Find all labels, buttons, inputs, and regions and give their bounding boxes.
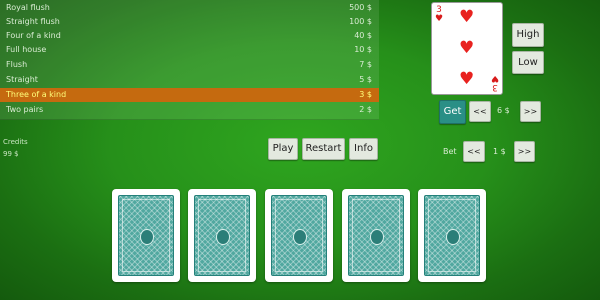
info-button[interactable]: Info bbox=[349, 138, 378, 160]
hand-name: Two pairs bbox=[6, 105, 44, 114]
card-corner-top: 3 ♥ bbox=[435, 6, 443, 24]
bet-decrease-button[interactable]: << bbox=[463, 141, 485, 162]
credits-value: 99 $ bbox=[3, 150, 19, 158]
preview-card: 3 ♥ ♥ ♥ ♥ 3 ♥ bbox=[431, 2, 503, 95]
hand-name: Four of a kind bbox=[6, 31, 61, 40]
hand-name: Royal flush bbox=[6, 3, 50, 12]
hand-name: Full house bbox=[6, 45, 47, 54]
hand-name: Straight bbox=[6, 75, 38, 84]
paytable-row-full-house: Full house 10 $ bbox=[0, 43, 379, 57]
card-back-icon bbox=[424, 195, 480, 276]
credits-display: Credits 99 $ bbox=[3, 136, 28, 160]
hand-name: Three of a kind bbox=[6, 90, 67, 99]
hand-card-2[interactable] bbox=[188, 189, 256, 282]
credits-label: Credits bbox=[3, 138, 28, 146]
play-button[interactable]: Play bbox=[268, 138, 298, 160]
hand-card-5[interactable] bbox=[418, 189, 486, 282]
gamble-value: 6 $ bbox=[497, 106, 510, 115]
paytable-row-straight: Straight 5 $ bbox=[0, 73, 379, 87]
card-rank: 3 bbox=[492, 82, 498, 92]
hand-card-1[interactable] bbox=[112, 189, 180, 282]
high-button[interactable]: High bbox=[512, 23, 544, 47]
card-back-icon bbox=[194, 195, 250, 276]
paytable-row-four-of-a-kind: Four of a kind 40 $ bbox=[0, 29, 379, 43]
bet-increase-button[interactable]: >> bbox=[514, 141, 535, 162]
card-back-icon bbox=[271, 195, 327, 276]
bet-value: 1 $ bbox=[493, 147, 506, 156]
hand-name: Flush bbox=[6, 60, 28, 69]
paytable: Royal flush 500 $ Straight flush 100 $ F… bbox=[0, 0, 379, 120]
payout-amount: 500 $ bbox=[349, 3, 372, 12]
payout-amount: 100 $ bbox=[349, 17, 372, 26]
card-back-icon bbox=[348, 195, 404, 276]
heart-icon: ♥ bbox=[435, 14, 444, 24]
heart-icon: ♥ bbox=[459, 38, 475, 58]
card-back-icon bbox=[118, 195, 174, 276]
hand-card-3[interactable] bbox=[265, 189, 333, 282]
payout-amount: 7 $ bbox=[359, 60, 372, 69]
payout-amount: 2 $ bbox=[359, 105, 372, 114]
paytable-row-straight-flush: Straight flush 100 $ bbox=[0, 15, 379, 29]
hand-card-4[interactable] bbox=[342, 189, 410, 282]
hand-name: Straight flush bbox=[6, 17, 60, 26]
heart-icon: ♥ bbox=[459, 69, 475, 89]
paytable-row-flush: Flush 7 $ bbox=[0, 58, 379, 72]
low-button[interactable]: Low bbox=[512, 51, 544, 74]
heart-icon: ♥ bbox=[490, 73, 499, 83]
heart-icon: ♥ bbox=[459, 7, 475, 27]
card-corner-bottom: 3 ♥ bbox=[490, 73, 499, 92]
gamble-increase-button[interactable]: >> bbox=[520, 101, 541, 122]
bet-label: Bet bbox=[443, 147, 457, 156]
payout-amount: 3 $ bbox=[359, 90, 372, 99]
paytable-row-three-of-a-kind: Three of a kind 3 $ bbox=[0, 88, 379, 102]
paytable-row-two-pairs: Two pairs 2 $ bbox=[0, 103, 379, 117]
payout-amount: 10 $ bbox=[354, 45, 372, 54]
restart-button[interactable]: Restart bbox=[302, 138, 345, 160]
paytable-row-royal-flush: Royal flush 500 $ bbox=[0, 1, 379, 15]
payout-amount: 5 $ bbox=[359, 75, 372, 84]
gamble-decrease-button[interactable]: << bbox=[469, 101, 491, 122]
payout-amount: 40 $ bbox=[354, 31, 372, 40]
get-button[interactable]: Get bbox=[439, 100, 466, 124]
